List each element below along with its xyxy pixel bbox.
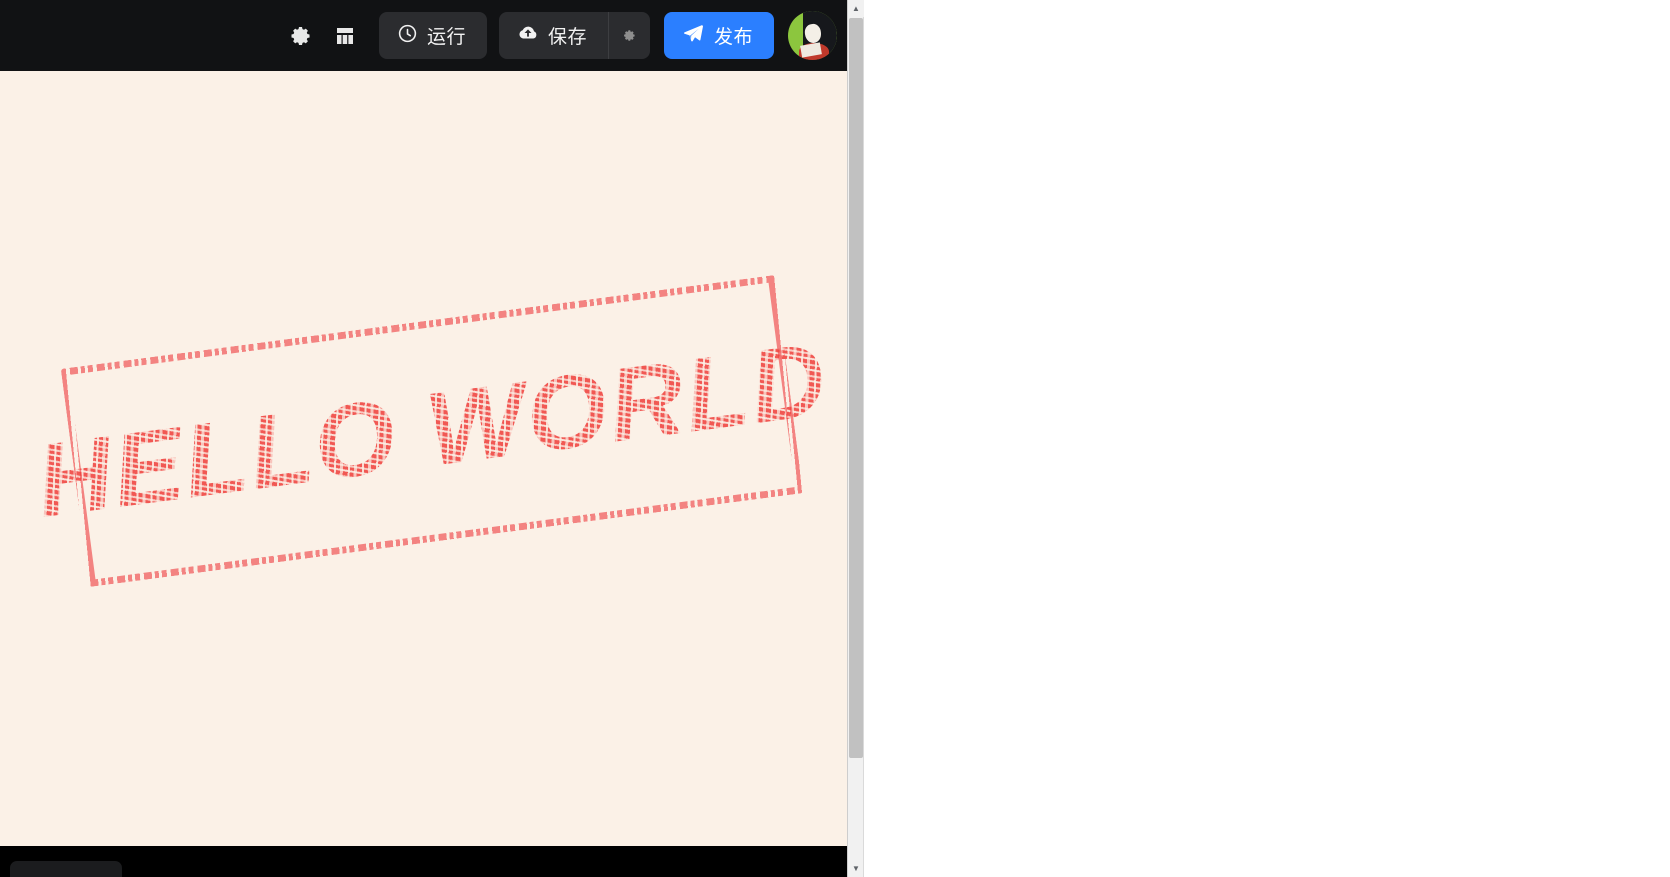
save-button[interactable]: 保存	[499, 12, 608, 59]
save-label: 保存	[547, 27, 587, 48]
scrollbar-down-arrow[interactable]: ▼	[848, 860, 864, 877]
publish-button[interactable]: 发布	[663, 12, 774, 59]
scrollbar-up-arrow[interactable]: ▲	[848, 0, 864, 17]
layout-grid-icon[interactable]	[323, 14, 367, 58]
page-scrollbar[interactable]: ▲ ▼	[848, 0, 864, 877]
devtools-panel: ▲ ▼	[847, 0, 1670, 877]
hello-world-stamp: HELLO WORLD	[30, 274, 834, 588]
gear-small-icon[interactable]	[609, 28, 650, 43]
editor-bottom-chip[interactable]	[10, 861, 122, 877]
user-avatar[interactable]	[788, 11, 837, 60]
play-circle-icon	[397, 23, 418, 49]
run-label: 运行	[426, 27, 466, 48]
editor-toolbar: 运行 保存 发布	[0, 0, 847, 71]
send-icon	[682, 22, 705, 50]
settings-icon[interactable]	[279, 14, 323, 58]
editor-canvas[interactable]: HELLO WORLD	[0, 71, 847, 846]
editor-bottom-bar	[0, 846, 847, 877]
cloud-upload-icon	[517, 22, 539, 49]
scrollbar-thumb[interactable]	[849, 18, 863, 758]
screen-root: 运行 保存 发布 HELLO WORLD ▲ ▼	[0, 0, 1670, 877]
publish-label: 发布	[713, 27, 753, 48]
editor-app: 运行 保存 发布 HELLO WORLD	[0, 0, 847, 877]
save-button-group[interactable]: 保存	[498, 12, 650, 59]
run-button[interactable]: 运行	[378, 12, 487, 59]
